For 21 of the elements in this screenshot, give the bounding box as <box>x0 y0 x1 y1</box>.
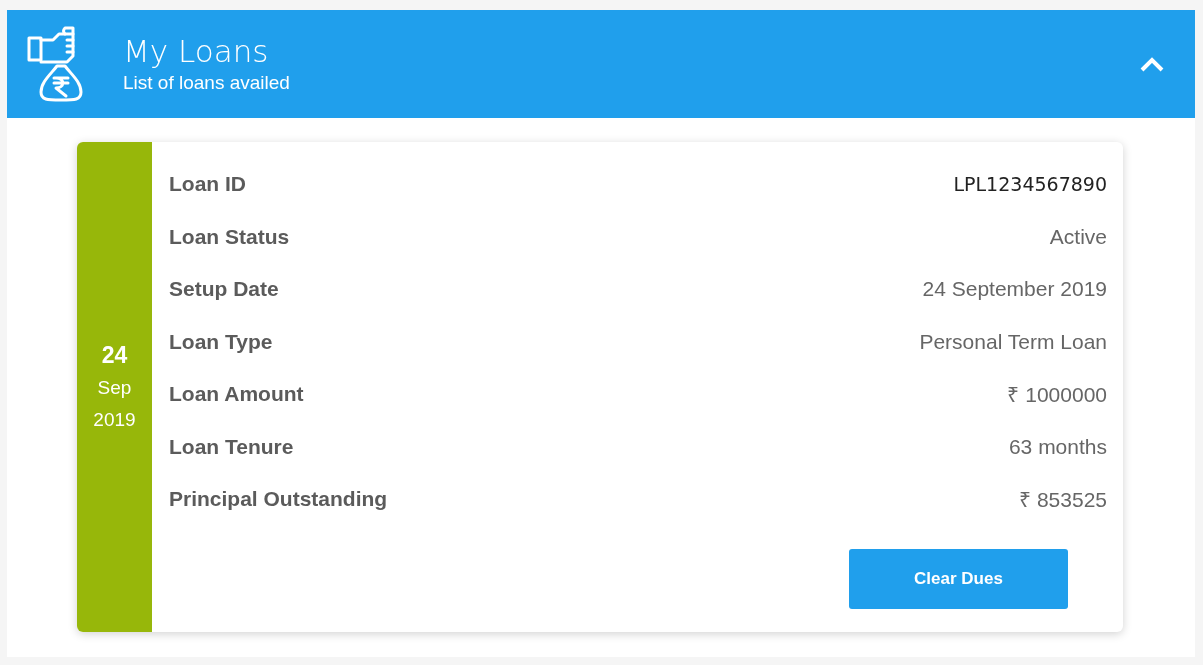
detail-label: Loan Type <box>169 329 273 354</box>
detail-value: ₹ 1000000 <box>1007 382 1107 409</box>
detail-label: Setup Date <box>169 277 279 302</box>
detail-value: Personal Term Loan <box>919 329 1107 354</box>
section-title: My Loans <box>123 32 270 70</box>
detail-value: LPL1234567890 <box>953 173 1107 196</box>
chevron-up-icon <box>1139 56 1165 72</box>
detail-label: Principal Outstanding <box>169 487 388 512</box>
detail-value: 24 September 2019 <box>922 277 1107 302</box>
date-year: 2019 <box>93 408 136 432</box>
date-day: 24 <box>101 338 128 372</box>
detail-label: Loan ID <box>169 172 246 197</box>
detail-label: Loan Amount <box>169 382 304 407</box>
detail-label: Loan Tenure <box>169 434 294 459</box>
clear-dues-button[interactable]: Clear Dues <box>849 548 1068 609</box>
detail-value: ₹ 853525 <box>1019 487 1107 514</box>
date-month: Sep <box>97 376 132 400</box>
detail-value: Active <box>1049 224 1107 249</box>
section-subtitle: List of loans availed <box>123 71 291 95</box>
detail-value: 63 months <box>1008 434 1107 459</box>
detail-label: Loan Status <box>169 224 290 249</box>
